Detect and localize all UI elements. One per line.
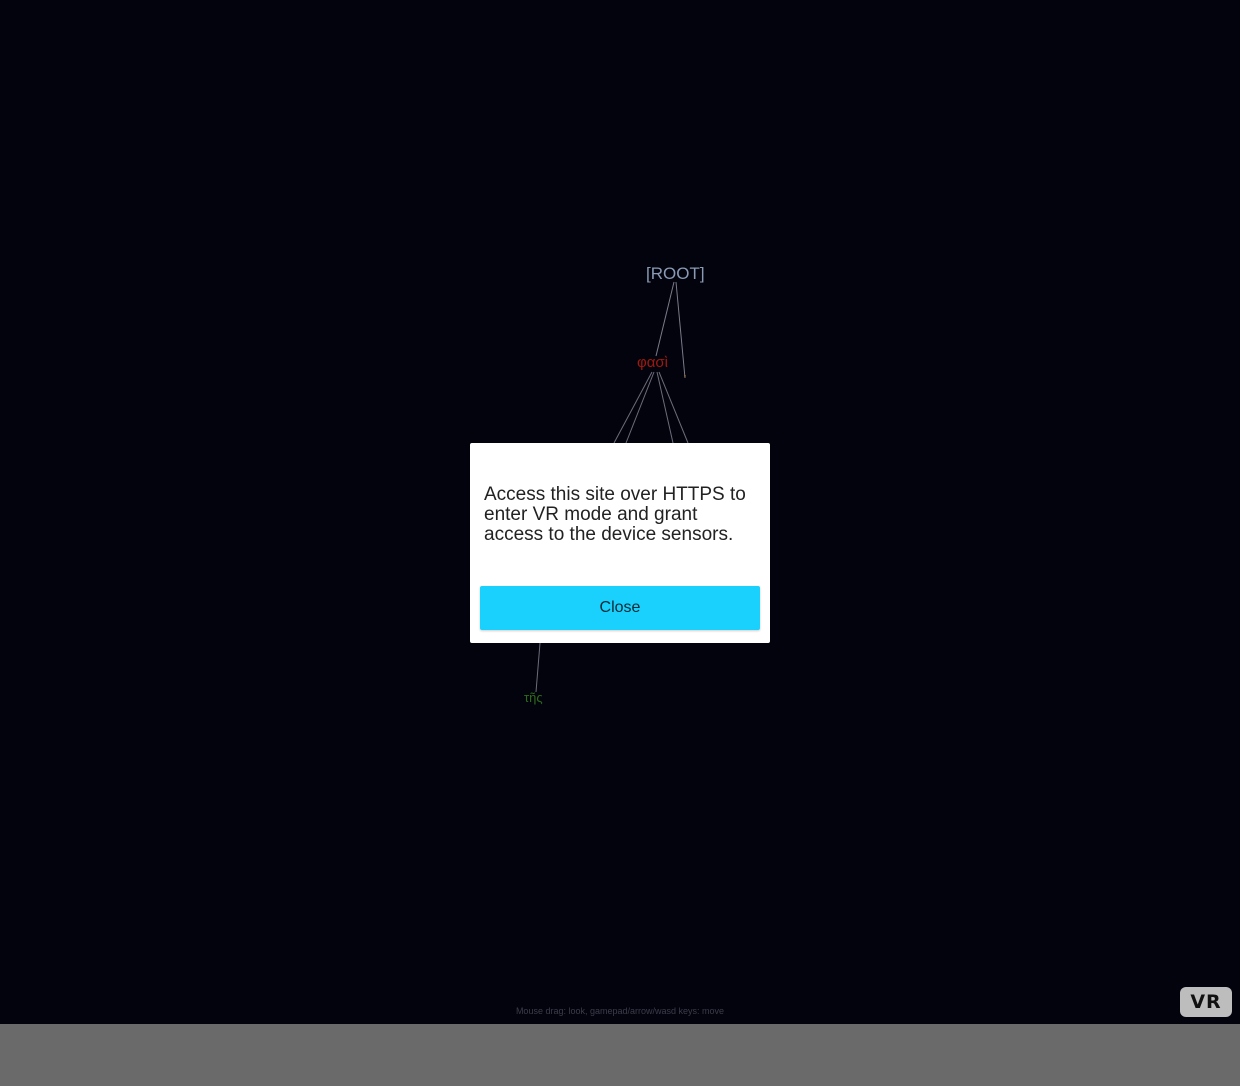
edge-phasi-child-2 bbox=[625, 371, 655, 444]
tree-node-phasi: φασὶ bbox=[637, 354, 668, 371]
tree-node-punctuation: · bbox=[683, 368, 687, 382]
edge-phasi-child-4 bbox=[658, 371, 689, 444]
enter-vr-button[interactable]: VR bbox=[1180, 987, 1232, 1017]
vr-scene-canvas[interactable]: [ROOT] φασὶ · τῆς Mouse drag: look, game… bbox=[0, 0, 1240, 1024]
controls-hint: Mouse drag: look, gamepad/arrow/wasd key… bbox=[515, 1006, 725, 1016]
vr-button-label: VR bbox=[1190, 991, 1222, 1013]
edge-root-phasi bbox=[655, 281, 675, 357]
tree-node-root: [ROOT] bbox=[646, 264, 705, 283]
edge-phasi-child-3 bbox=[656, 371, 674, 444]
https-warning-dialog: Access this site over HTTPS to enter VR … bbox=[470, 443, 770, 643]
dialog-message: Access this site over HTTPS to enter VR … bbox=[484, 484, 746, 545]
close-button[interactable]: Close bbox=[480, 586, 760, 630]
edge-phasi-child-1 bbox=[613, 371, 653, 444]
edge-root-dot bbox=[675, 281, 686, 379]
tree-node-tes: τῆς bbox=[524, 690, 543, 705]
edge-to-tes bbox=[535, 642, 541, 693]
